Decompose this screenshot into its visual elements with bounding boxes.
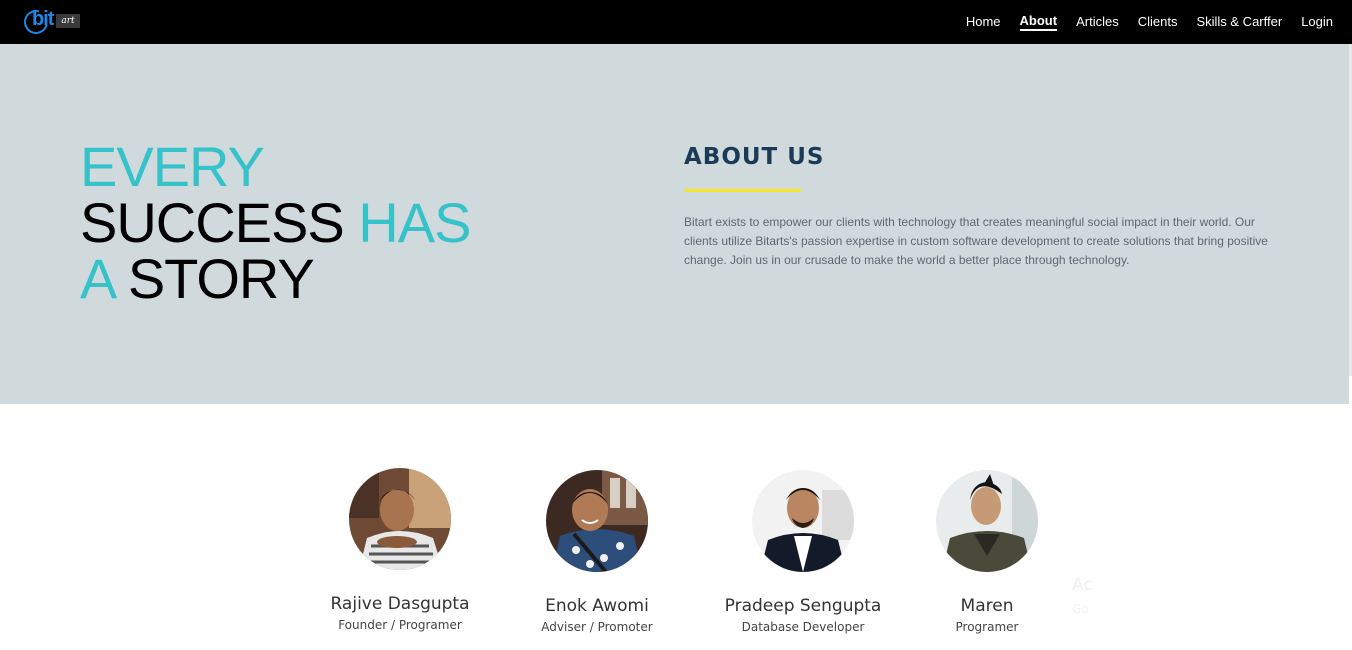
member-role: Adviser / Promoter [541,620,653,634]
team-member-card[interactable]: Pradeep Sengupta Database Developer [703,470,903,634]
bitart-logo[interactable]: bit art [19,5,82,39]
tagline-word-has: HAS [358,191,471,254]
tagline-word-a: A [80,247,114,310]
nav-item-home[interactable]: Home [966,14,1001,30]
member-role: Founder / Programer [338,618,462,632]
hero-tagline: EVERY SUCCESS HAS A STORY [80,139,471,310]
member-name: Rajive Dasgupta [330,594,470,614]
nav-item-skills-career[interactable]: Skills & Carffer [1196,14,1282,30]
logo-sub-text: art [56,14,80,28]
logo-main-text: bit [32,8,54,30]
about-us-heading: ABOUT US [684,144,825,170]
tagline-word-success: SUCCESS [80,191,345,254]
member-name: Pradeep Sengupta [724,596,882,616]
faded-member-role: Go [1072,602,1089,616]
faded-member-name: Ac [1072,575,1093,595]
tagline-word-every: EVERY [80,135,265,198]
about-us-description: Bitart exists to empower our clients wit… [684,215,1268,267]
about-heading-underline [685,189,801,192]
member-role: Programer [955,620,1019,634]
nav-item-login[interactable]: Login [1301,14,1333,30]
nav-item-clients[interactable]: Clients [1138,14,1178,30]
member-role: Database Developer [741,620,865,634]
avatar [752,470,854,572]
tagline-word-story: STORY [127,247,315,310]
nav-item-about[interactable]: About [1019,13,1058,31]
nav-links: Home About Articles Clients Skills & Car… [947,0,1333,44]
team-member-card[interactable]: Rajive Dasgupta Founder / Programer [300,468,500,632]
team-member-card[interactable]: Maren Programer [887,470,1087,634]
avatar [349,468,451,570]
team-section: Rajive Dasgupta Founder / Programer Enok… [0,404,1352,650]
avatar [936,470,1038,572]
member-name: Enok Awomi [545,596,649,616]
team-member-card[interactable]: Enok Awomi Adviser / Promoter [497,470,697,634]
member-name: Maren [960,596,1014,616]
hero-section: EVERY SUCCESS HAS A STORY ABOUT US Bitar… [0,44,1349,404]
avatar [546,470,648,572]
top-navbar: bit art Home About Articles Clients Skil… [0,0,1352,44]
nav-item-articles[interactable]: Articles [1076,14,1119,30]
